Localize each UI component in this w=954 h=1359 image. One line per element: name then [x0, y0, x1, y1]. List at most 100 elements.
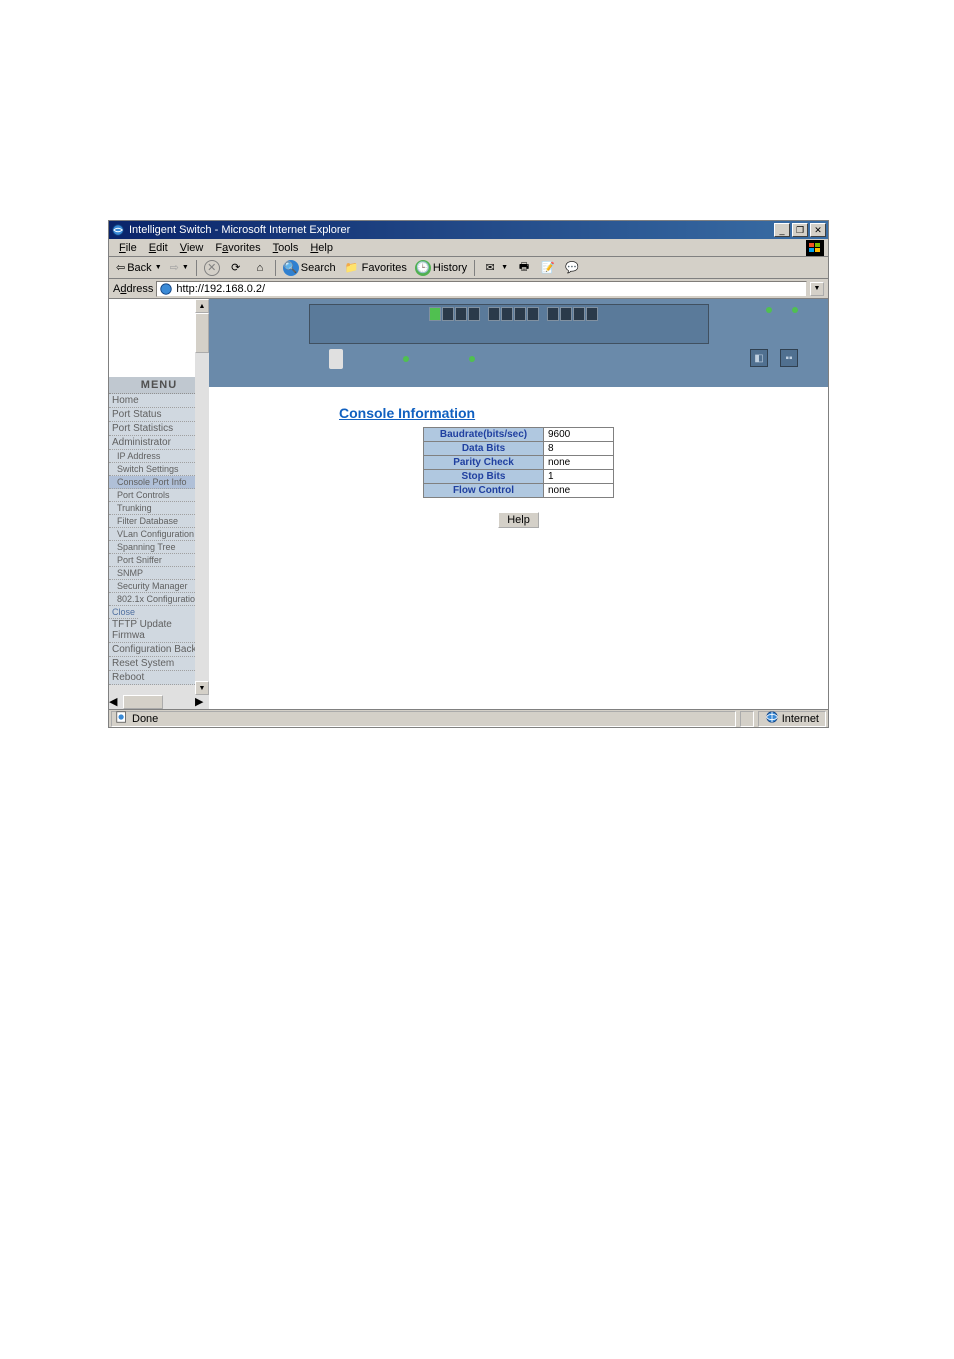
- search-label: Search: [301, 262, 336, 274]
- sidebar-item-reboot[interactable]: Reboot: [109, 671, 209, 685]
- scroll-left-button[interactable]: ◀: [109, 695, 123, 709]
- menu-edit[interactable]: Edit: [143, 241, 174, 255]
- status-zone: Internet: [758, 711, 826, 727]
- parity-value: none: [544, 456, 614, 470]
- switch-lower-row: [329, 349, 475, 369]
- sidebar-header: MENU: [109, 377, 209, 394]
- home-button[interactable]: ⌂: [249, 259, 271, 277]
- sidebar-item-trunking[interactable]: Trunking: [109, 502, 209, 515]
- internet-zone-icon: [765, 710, 779, 727]
- refresh-button[interactable]: ⟳: [225, 259, 247, 277]
- sidebar-item-port-statistics[interactable]: Port Statistics: [109, 422, 209, 436]
- back-button[interactable]: ⇦ Back ▼: [113, 260, 165, 275]
- toolbar-separator: [275, 260, 276, 276]
- mail-button[interactable]: ✉▼: [479, 259, 511, 277]
- databits-value: 8: [544, 442, 614, 456]
- print-icon: 🖶: [516, 260, 532, 276]
- window-title: Intelligent Switch - Microsoft Internet …: [129, 224, 772, 236]
- sidebar-item-switch-settings[interactable]: Switch Settings: [109, 463, 209, 476]
- sidebar-item-port-controls[interactable]: Port Controls: [109, 489, 209, 502]
- history-button[interactable]: 🕒History: [412, 259, 470, 277]
- back-arrow-icon: ⇦: [116, 261, 125, 274]
- menu-bar: File Edit View Favorites Tools Help: [109, 239, 828, 257]
- close-button[interactable]: ✕: [810, 223, 826, 237]
- sidebar-item-security-manager[interactable]: Security Manager: [109, 580, 209, 593]
- port-icon: [468, 307, 480, 321]
- search-icon: 🔍: [283, 260, 299, 276]
- table-row: Parity Checknone: [424, 456, 614, 470]
- sidebar-item-filter-database[interactable]: Filter Database: [109, 515, 209, 528]
- menu-view[interactable]: View: [174, 241, 210, 255]
- switch-leds: [766, 307, 798, 313]
- table-row: Data Bits8: [424, 442, 614, 456]
- stopbits-label: Stop Bits: [424, 470, 544, 484]
- sidebar-item-console-port-info[interactable]: Console Port Info: [109, 476, 209, 489]
- scroll-down-button[interactable]: ▼: [195, 681, 209, 695]
- sidebar-vscroll[interactable]: ▲ ▼: [195, 299, 209, 709]
- edit-icon: 📝: [540, 260, 556, 276]
- maximize-button[interactable]: ❐: [792, 223, 808, 237]
- stopbits-value: 1: [544, 470, 614, 484]
- sidebar-item-vlan-config[interactable]: VLan Configuration: [109, 528, 209, 541]
- port-icon: [429, 307, 441, 321]
- windows-logo-icon: [806, 240, 824, 256]
- scroll-up-button[interactable]: ▲: [195, 299, 209, 313]
- port-icon: [455, 307, 467, 321]
- menu-file[interactable]: File: [113, 241, 143, 255]
- forward-button[interactable]: ⇨ ▼: [167, 260, 192, 275]
- edit-button[interactable]: 📝: [537, 259, 559, 277]
- scroll-thumb[interactable]: [123, 695, 163, 709]
- sidebar-item-config-backup[interactable]: Configuration Backu: [109, 643, 209, 657]
- led-icon: [766, 307, 772, 313]
- zone-label: Internet: [782, 713, 819, 725]
- sidebar-item-tftp[interactable]: TFTP Update Firmwa: [109, 618, 209, 643]
- main-content: ◧ ▪▪ Console Information Baudrate(bits/s…: [209, 299, 828, 709]
- baudrate-label: Baudrate(bits/sec): [424, 428, 544, 442]
- menu-favorites[interactable]: Favorites: [209, 241, 266, 255]
- home-icon: ⌂: [252, 260, 268, 276]
- flowctrl-label: Flow Control: [424, 484, 544, 498]
- sidebar-item-administrator[interactable]: Administrator: [109, 436, 209, 450]
- search-button[interactable]: 🔍Search: [280, 259, 339, 277]
- sidebar-item-snmp[interactable]: SNMP: [109, 567, 209, 580]
- scroll-thumb[interactable]: [195, 313, 209, 353]
- print-button[interactable]: 🖶: [513, 259, 535, 277]
- status-segment: [740, 711, 754, 727]
- port-icon: [586, 307, 598, 321]
- address-value: http://192.168.0.2/: [176, 283, 265, 295]
- scroll-right-button[interactable]: ▶: [195, 695, 209, 709]
- switch-graphic: ◧ ▪▪: [209, 299, 828, 387]
- sidebar: MENU Home Port Status Port Statistics Ad…: [109, 299, 209, 709]
- sidebar-item-spanning-tree[interactable]: Spanning Tree: [109, 541, 209, 554]
- sidebar-item-ip-address[interactable]: IP Address: [109, 450, 209, 463]
- favorites-button[interactable]: 📁Favorites: [341, 259, 410, 277]
- favorites-label: Favorites: [362, 262, 407, 274]
- discuss-button[interactable]: 💬: [561, 259, 583, 277]
- menu-tools[interactable]: Tools: [267, 241, 305, 255]
- stop-button[interactable]: ✕: [201, 259, 223, 277]
- help-button[interactable]: Help: [498, 512, 539, 528]
- address-dropdown[interactable]: ▼: [810, 282, 824, 296]
- sidebar-hscroll[interactable]: ◀ ▶: [109, 695, 209, 709]
- minimize-button[interactable]: _: [774, 223, 790, 237]
- back-label: Back: [127, 262, 151, 274]
- dropdown-arrow-icon: ▼: [501, 264, 508, 271]
- sidebar-item-8021x-config[interactable]: 802.1x Configuration: [109, 593, 209, 606]
- ie-page-icon: [159, 282, 173, 296]
- flowctrl-value: none: [544, 484, 614, 498]
- led-icon: [403, 356, 409, 362]
- table-row: Stop Bits1: [424, 470, 614, 484]
- refresh-icon: ⟳: [228, 260, 244, 276]
- sidebar-close[interactable]: Close: [109, 606, 138, 619]
- stop-icon: ✕: [204, 260, 220, 276]
- sidebar-item-reset-system[interactable]: Reset System: [109, 657, 209, 671]
- sidebar-item-home[interactable]: Home: [109, 394, 209, 408]
- switch-ports: [429, 307, 598, 321]
- status-bar: Done Internet: [109, 709, 828, 727]
- switch-module-icons: ◧ ▪▪: [750, 349, 798, 367]
- sidebar-item-port-status[interactable]: Port Status: [109, 408, 209, 422]
- sidebar-item-port-sniffer[interactable]: Port Sniffer: [109, 554, 209, 567]
- menu-help[interactable]: Help: [304, 241, 339, 255]
- baudrate-value: 9600: [544, 428, 614, 442]
- address-input[interactable]: http://192.168.0.2/: [156, 281, 807, 297]
